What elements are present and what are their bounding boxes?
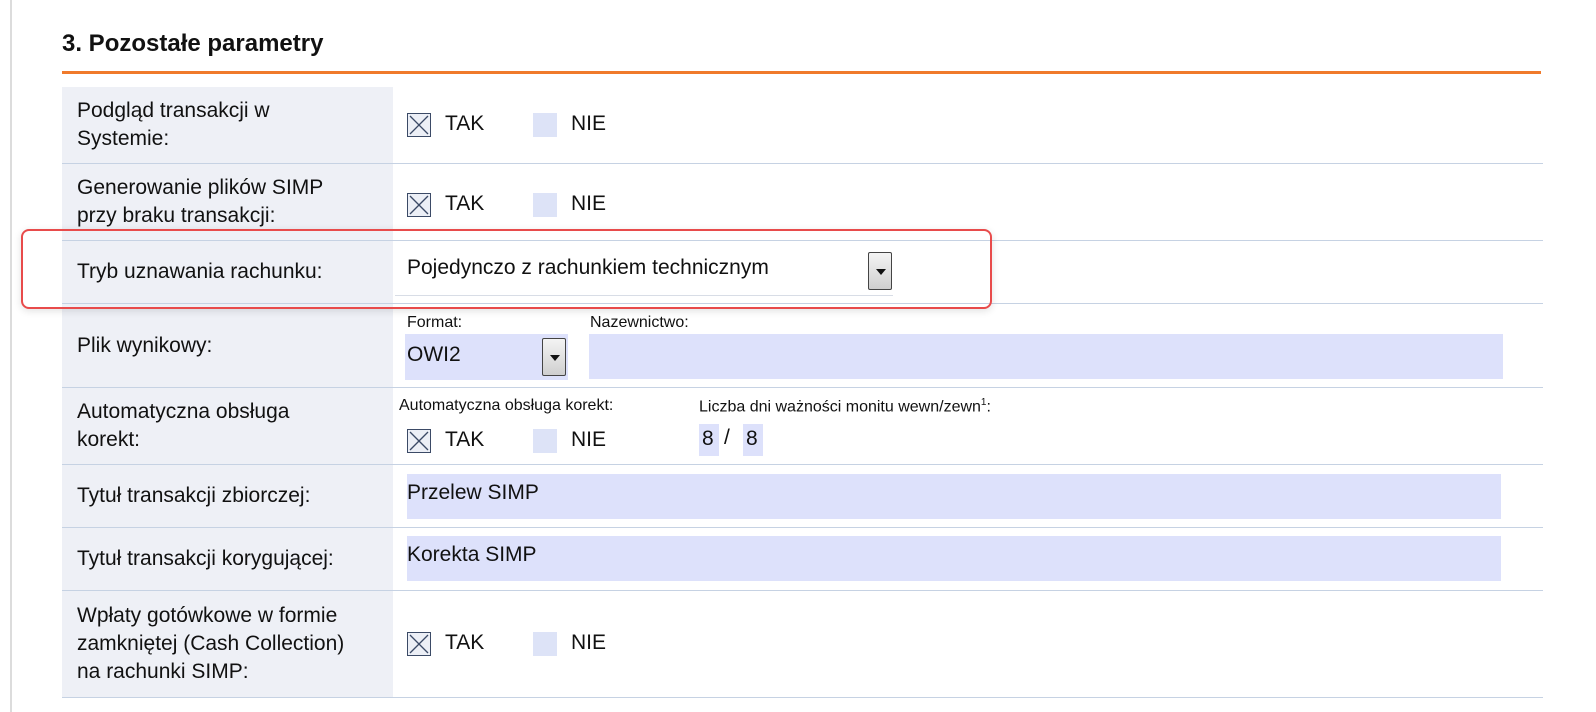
yes-label: TAK xyxy=(445,192,485,215)
check-x-icon xyxy=(409,195,429,215)
yes-label: TAK xyxy=(445,428,485,451)
yes-checkbox[interactable] xyxy=(407,429,431,453)
format-value: OWI2 xyxy=(407,343,461,366)
check-x-icon xyxy=(409,634,429,654)
row-value: TAK NIE xyxy=(393,591,1543,697)
no-label: NIE xyxy=(571,192,607,215)
row-generowanie: Generowanie plików SIMP przy braku trans… xyxy=(62,164,1543,240)
row-label: Podgląd transakcji w Systemie: xyxy=(62,87,393,163)
row-value: TAK NIE xyxy=(393,87,1543,163)
row-label: Tytuł transakcji korygującej: xyxy=(62,528,393,590)
label-text: Plik wynikowy: xyxy=(77,333,213,357)
row-value: Korekta SIMP xyxy=(393,528,1543,590)
row-separator xyxy=(62,697,1543,698)
label-text: Tryb uznawania rachunku: xyxy=(77,260,323,283)
row-value: TAK NIE xyxy=(393,164,1543,240)
row-label: Generowanie plików SIMP przy braku trans… xyxy=(62,164,393,240)
check-x-icon xyxy=(409,431,429,451)
no-checkbox[interactable] xyxy=(533,193,557,217)
label-text: Tytuł transakcji korygującej: xyxy=(77,547,334,570)
row-tytul-zbiorczej: Tytuł transakcji zbiorczej: Przelew SIMP xyxy=(62,465,1543,527)
label-text: Tytuł transakcji zbiorczej: xyxy=(77,484,311,507)
row-plik: Plik wynikowy: Format: OWI2 Nazewnictwo: xyxy=(62,304,1543,387)
naming-label: Nazewnictwo: xyxy=(590,314,689,331)
row-label: Tytuł transakcji zbiorczej: xyxy=(62,465,393,527)
row-podglad: Podgląd transakcji w Systemie: TAK NIE xyxy=(62,87,1543,163)
no-label: NIE xyxy=(571,428,607,451)
days-internal-value: 8 xyxy=(702,427,714,450)
label-line: Systemie: xyxy=(77,127,170,150)
row-value: Automatyczna obsługa korekt: TAK NIE Lic… xyxy=(393,388,1543,464)
row-value: Przelew SIMP xyxy=(393,465,1543,527)
section-divider xyxy=(62,71,1541,74)
yes-checkbox[interactable] xyxy=(407,193,431,217)
tryb-selected-value: Pojedynczo z rachunkiem technicznym xyxy=(407,256,769,279)
tytul-korygujacej-input[interactable]: Korekta SIMP xyxy=(407,536,1501,581)
yes-checkbox[interactable] xyxy=(407,113,431,137)
left-border xyxy=(10,0,12,712)
tytul-zbiorczej-value: Przelew SIMP xyxy=(407,481,539,504)
days-separator: / xyxy=(724,426,730,449)
days-internal-input[interactable]: 8 xyxy=(699,424,719,456)
label-line: Automatyczna obsługa xyxy=(77,400,290,423)
format-select[interactable]: OWI2 xyxy=(405,334,568,380)
row-value: Format: OWI2 Nazewnictwo: xyxy=(393,304,1543,387)
label-line: przy braku transakcji: xyxy=(77,204,276,227)
days-external-input[interactable]: 8 xyxy=(743,424,763,456)
label-line: Wpłaty gotówkowe w formie xyxy=(77,604,338,627)
row-tryb: Tryb uznawania rachunku: Pojedynczo z ra… xyxy=(62,241,1543,303)
no-label: NIE xyxy=(571,631,607,654)
days-external-value: 8 xyxy=(746,427,758,450)
yes-label: TAK xyxy=(445,631,485,654)
yes-label: TAK xyxy=(445,112,485,135)
row-label: Plik wynikowy: xyxy=(62,304,393,387)
no-label: NIE xyxy=(571,112,607,135)
row-wplaty: Wpłaty gotówkowe w formie zamkniętej (Ca… xyxy=(62,591,1543,697)
korekty-sub-label: Automatyczna obsługa korekt: xyxy=(399,397,614,414)
label-line: na rachunki SIMP: xyxy=(77,660,249,683)
row-value: Pojedynczo z rachunkiem technicznym xyxy=(393,241,1543,303)
tryb-select[interactable]: Pojedynczo z rachunkiem technicznym xyxy=(395,249,893,296)
tytul-zbiorczej-input[interactable]: Przelew SIMP xyxy=(407,474,1501,519)
row-label: Automatyczna obsługa korekt: xyxy=(62,388,393,464)
format-label: Format: xyxy=(407,314,463,331)
check-x-icon xyxy=(409,115,429,135)
label-line: Generowanie plików SIMP xyxy=(77,176,324,199)
no-checkbox[interactable] xyxy=(533,113,557,137)
days-label: Liczba dni ważności monitu wewn/zewn1: xyxy=(699,397,991,416)
section-title: 3. Pozostałe parametry xyxy=(62,30,324,57)
chevron-down-icon[interactable] xyxy=(542,338,566,376)
no-checkbox[interactable] xyxy=(533,429,557,453)
yes-checkbox[interactable] xyxy=(407,632,431,656)
label-line: korekt: xyxy=(77,428,141,451)
row-label: Tryb uznawania rachunku: xyxy=(62,241,393,303)
row-korekty: Automatyczna obsługa korekt: Automatyczn… xyxy=(62,388,1543,464)
tytul-korygujacej-value: Korekta SIMP xyxy=(407,543,537,566)
naming-input[interactable] xyxy=(589,334,1503,379)
chevron-down-icon[interactable] xyxy=(868,252,892,290)
row-label: Wpłaty gotówkowe w formie zamkniętej (Ca… xyxy=(62,591,393,697)
label-line: Podgląd transakcji w xyxy=(77,99,270,122)
no-checkbox[interactable] xyxy=(533,632,557,656)
label-line: zamkniętej (Cash Collection) xyxy=(77,632,345,655)
row-tytul-korygujacej: Tytuł transakcji korygującej: Korekta SI… xyxy=(62,528,1543,590)
